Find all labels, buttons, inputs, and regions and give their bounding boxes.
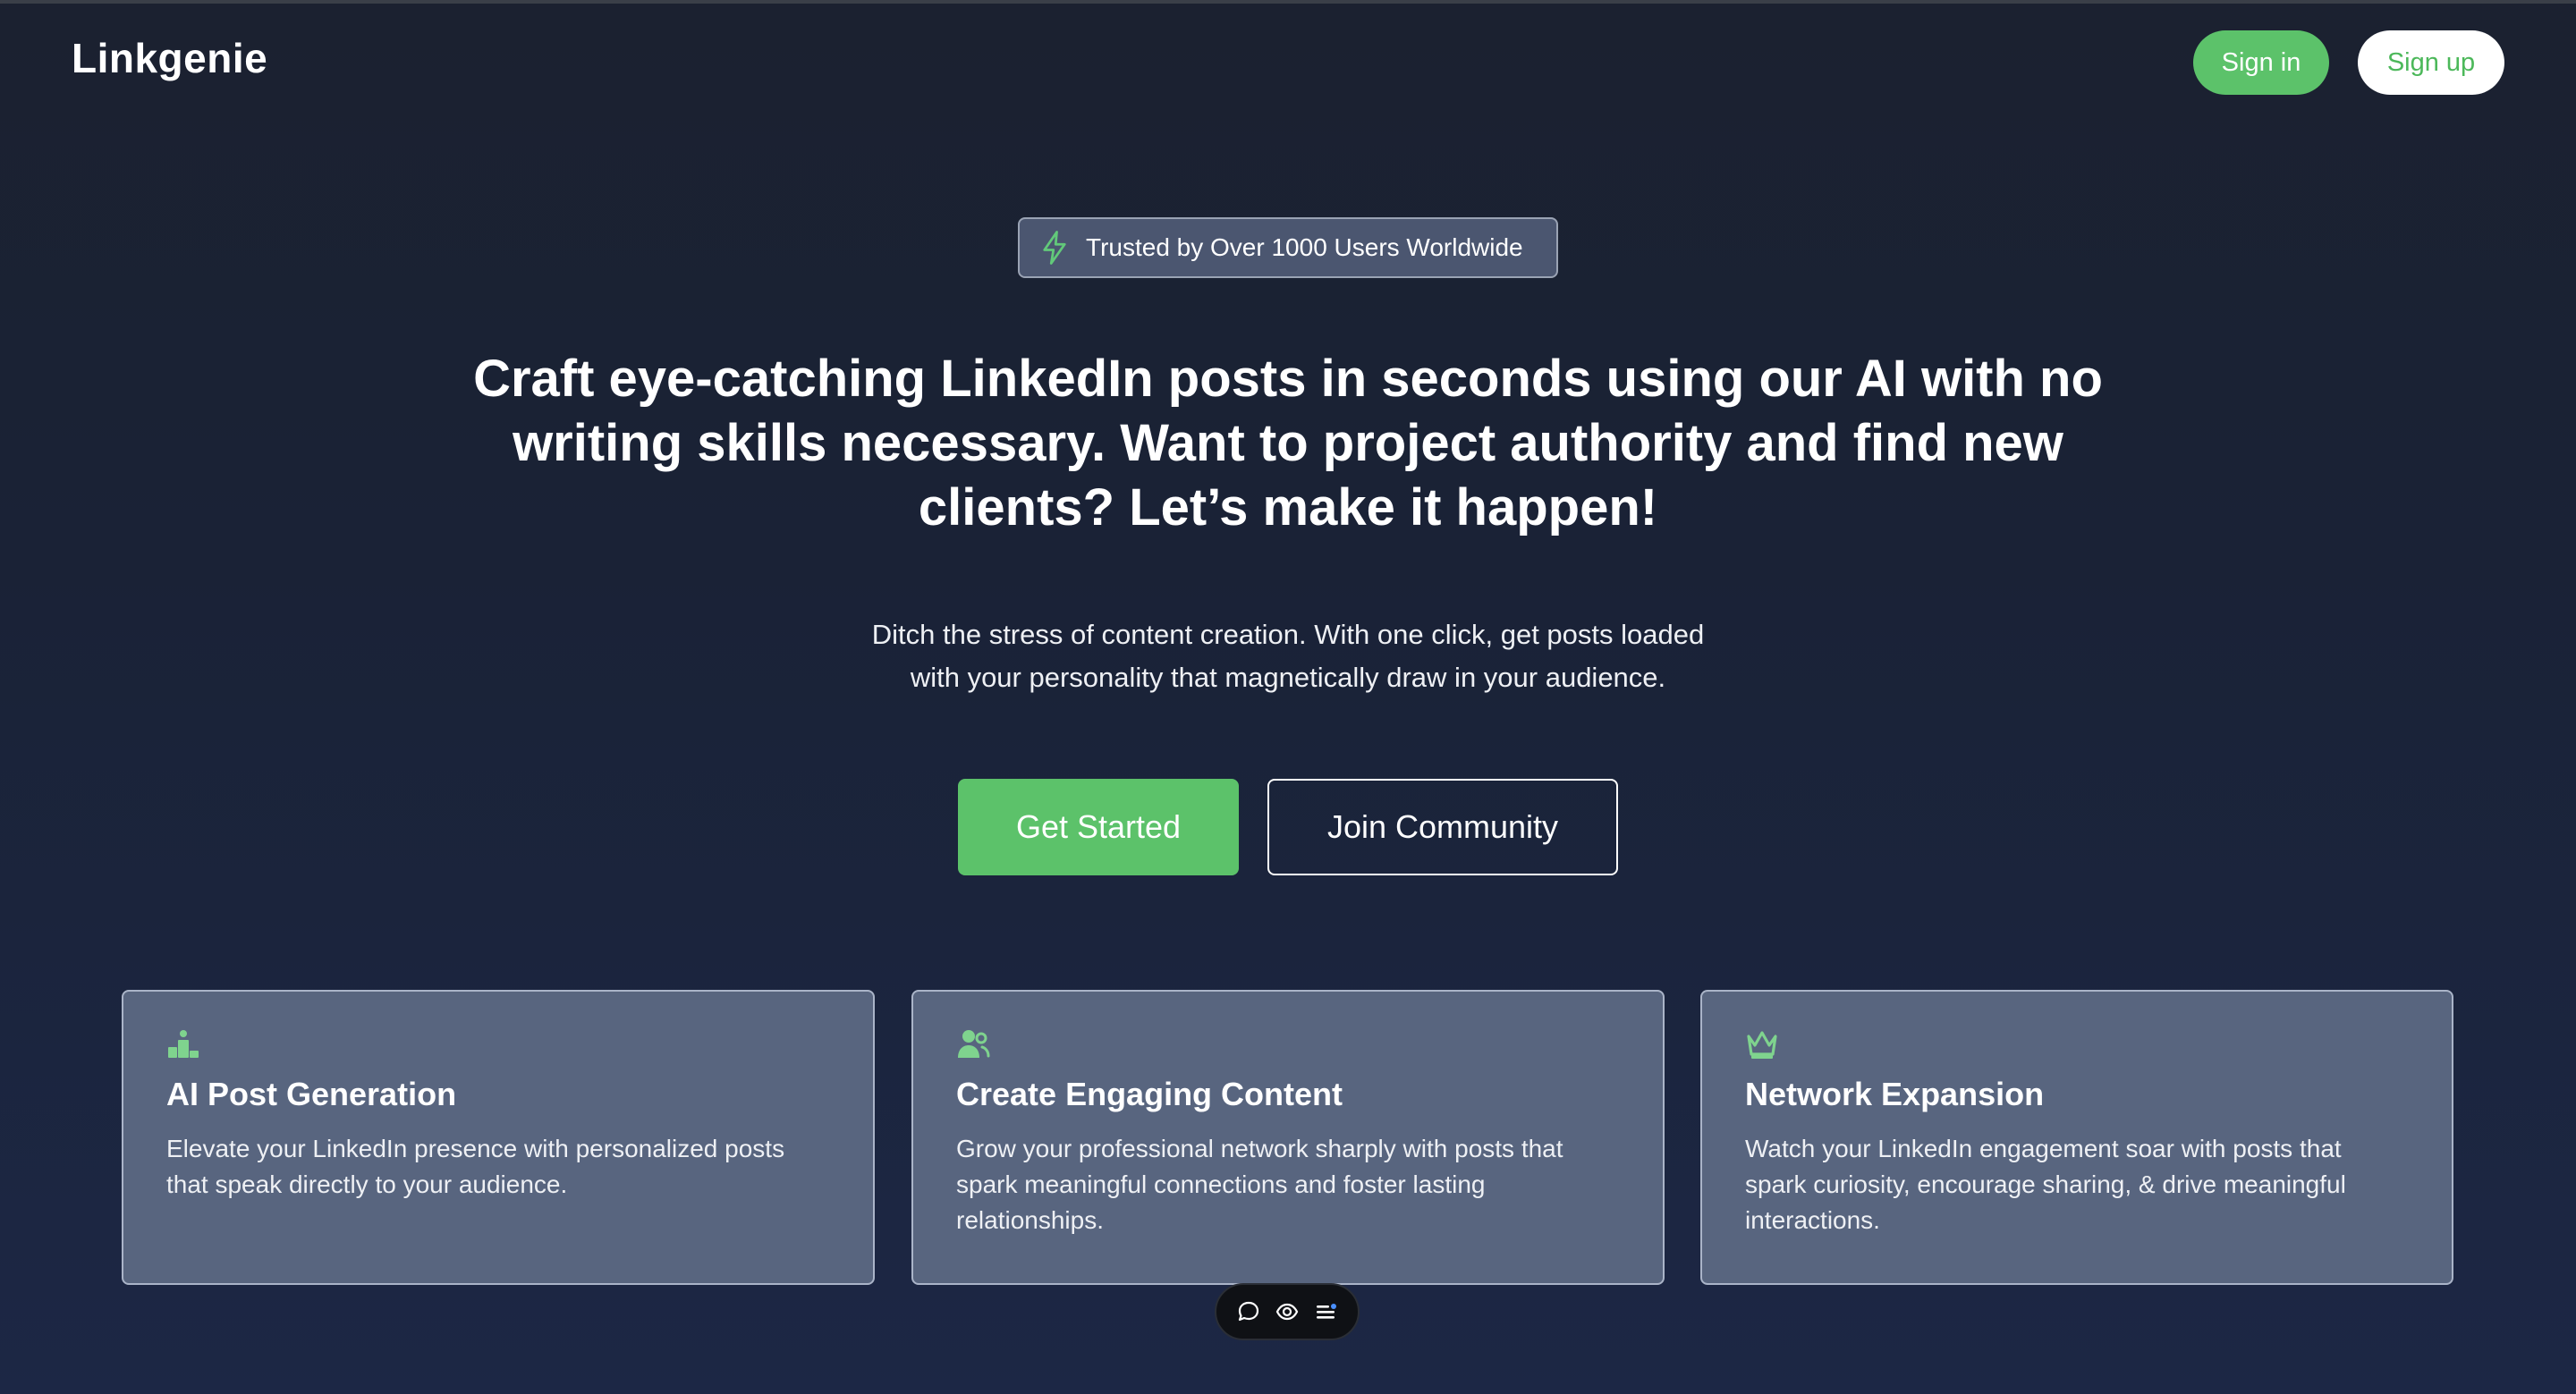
sign-in-button[interactable]: Sign in (2193, 30, 2329, 95)
lightning-icon (1039, 230, 1070, 266)
feature-title: Network Expansion (1745, 1076, 2045, 1112)
feature-card-ai-post-generation: AI Post Generation Elevate your LinkedIn… (122, 990, 875, 1285)
trust-badge: Trusted by Over 1000 Users Worldwide (1018, 217, 1558, 278)
sign-up-button[interactable]: Sign up (2358, 30, 2504, 95)
podium-icon (166, 1027, 200, 1061)
trust-badge-text: Trusted by Over 1000 Users Worldwide (1086, 233, 1523, 261)
window-top-border (0, 0, 2576, 4)
get-started-button[interactable]: Get Started (958, 779, 1239, 875)
feature-description: Grow your professional network sharply w… (956, 1135, 1563, 1234)
feature-description: Elevate your LinkedIn presence with pers… (166, 1135, 785, 1198)
feature-title: AI Post Generation (166, 1076, 457, 1112)
feature-description: Watch your LinkedIn engagement soar with… (1745, 1135, 2346, 1234)
users-icon (956, 1027, 990, 1061)
eye-icon[interactable] (1272, 1297, 1302, 1327)
join-community-button[interactable]: Join Community (1267, 779, 1618, 875)
hero-headline: Craft eye-catching LinkedIn posts in sec… (473, 350, 2103, 536)
crown-icon (1745, 1027, 1779, 1061)
feature-title: Create Engaging Content (956, 1076, 1343, 1112)
comment-icon[interactable] (1233, 1297, 1264, 1327)
hero-subtext: Ditch the stress of content creation. Wi… (871, 619, 1705, 693)
feature-card-network-expansion: Network Expansion Watch your LinkedIn en… (1700, 990, 2453, 1285)
feature-card-create-engaging-content: Create Engaging Content Grow your profes… (911, 990, 1665, 1285)
brand-logo[interactable]: Linkgenie (72, 34, 267, 82)
menu-icon[interactable] (1310, 1297, 1341, 1327)
floating-toolbar (1215, 1283, 1360, 1340)
